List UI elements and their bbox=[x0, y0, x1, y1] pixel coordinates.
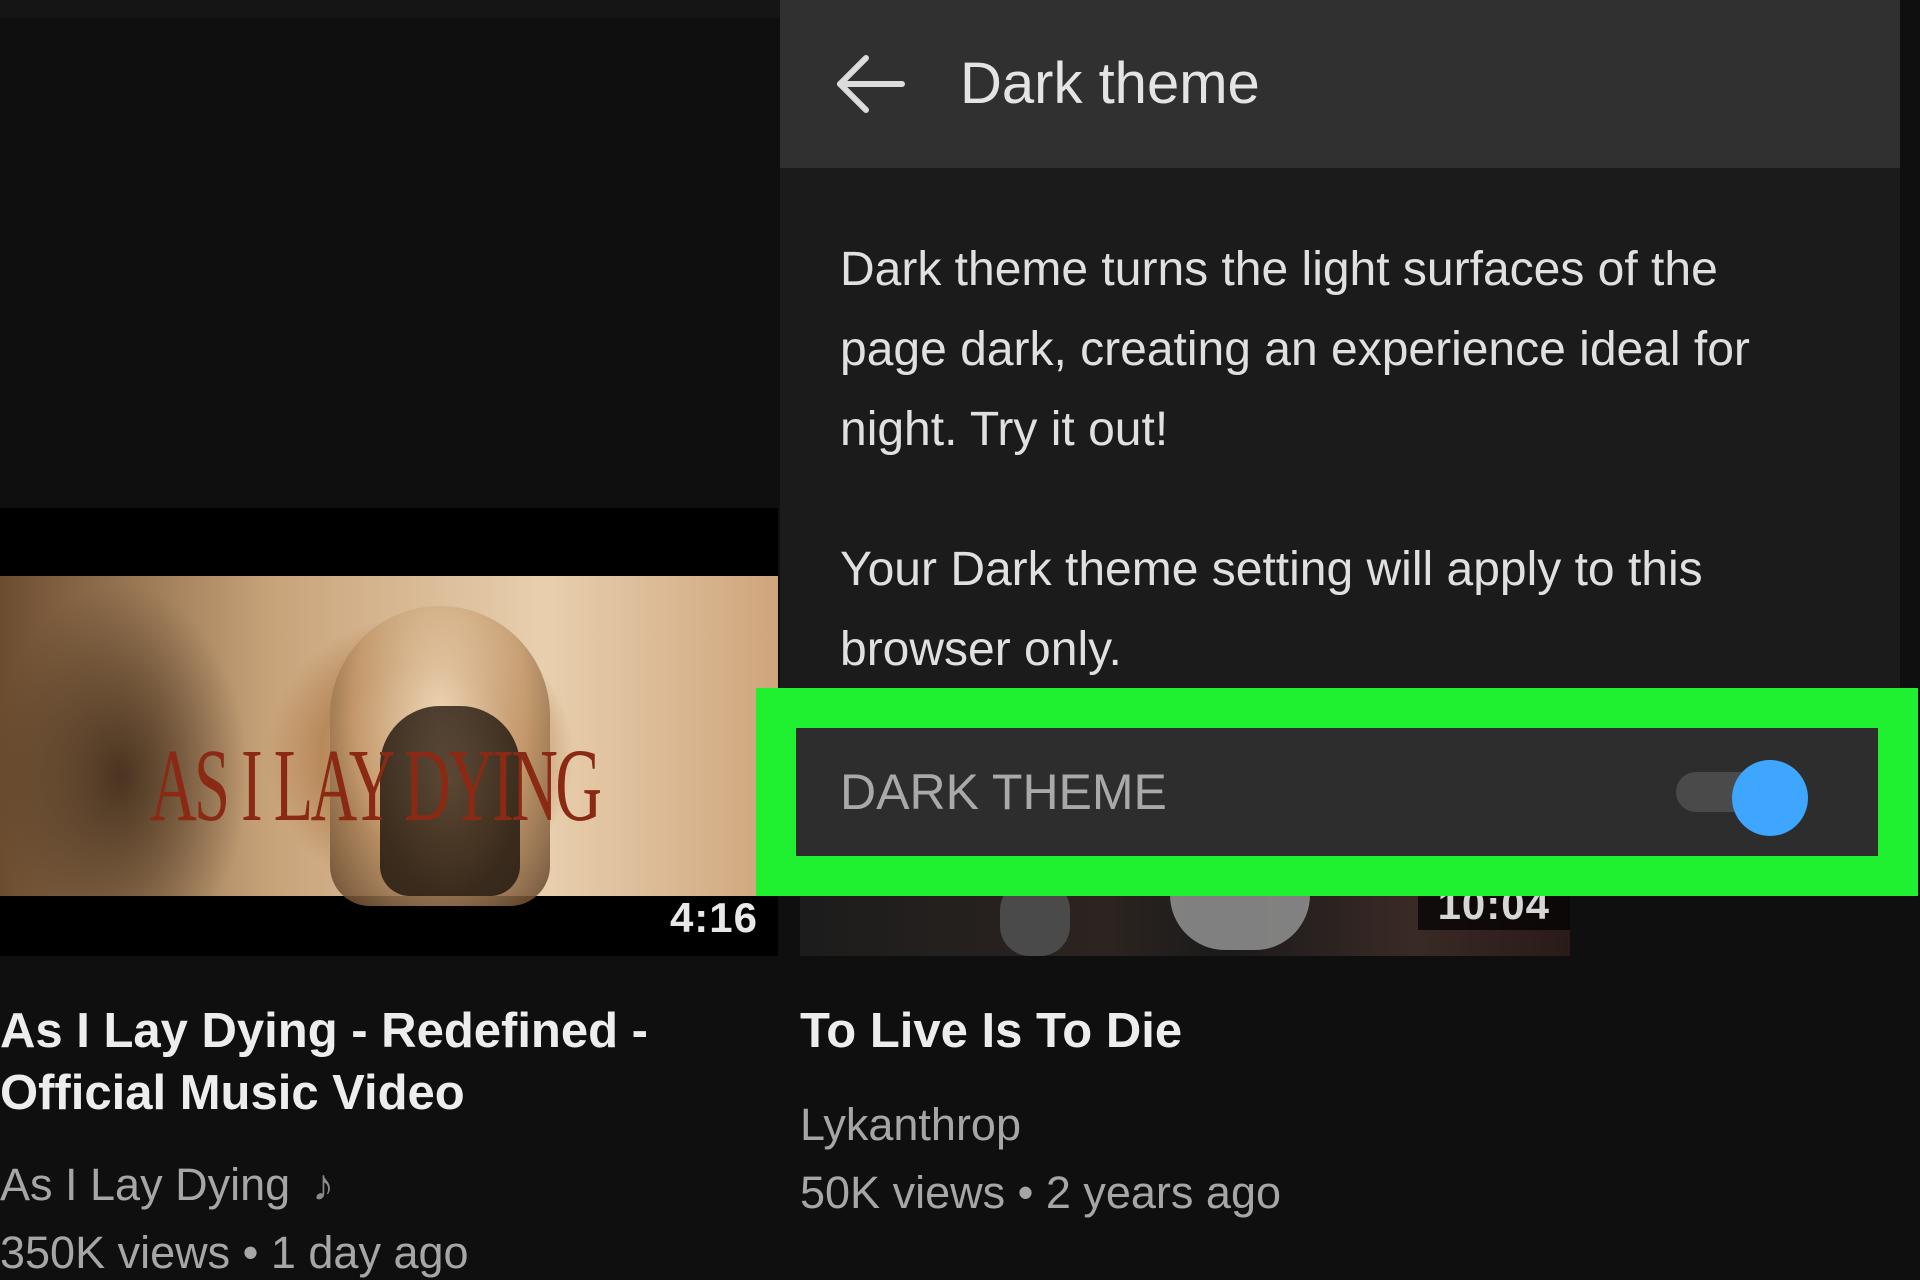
channel-name-1[interactable]: As I Lay Dying ♪ bbox=[0, 1152, 334, 1219]
scope-note-line-2: browser only. bbox=[840, 623, 1122, 676]
channel-name-2[interactable]: Lykanthrop bbox=[800, 1092, 1021, 1158]
back-arrow-icon[interactable] bbox=[830, 44, 910, 124]
dialog-title: Dark theme bbox=[960, 51, 1260, 116]
video-title-1-line2[interactable]: Official Music Video bbox=[0, 1062, 465, 1124]
description-line-3: night. Try it out! bbox=[840, 403, 1169, 456]
video-meta-2: 50K views • 2 years ago bbox=[800, 1167, 1282, 1218]
video-meta-1: 350K views • 1 day ago bbox=[0, 1227, 469, 1278]
switch-knob bbox=[1732, 760, 1808, 836]
scope-note-line-1: Your Dark theme setting will apply to th… bbox=[840, 543, 1703, 596]
dark-theme-toggle-label: DARK THEME bbox=[840, 764, 1167, 820]
dark-theme-toggle-row[interactable]: DARK THEME bbox=[796, 728, 1878, 856]
thumbnail-logo-text: AS I LAY DYING bbox=[150, 728, 602, 843]
page: AS I LAY DYING 4:16 As I Lay Dying - Red… bbox=[0, 0, 1920, 1280]
dark-theme-switch[interactable] bbox=[1676, 760, 1808, 836]
video-title-1-line1[interactable]: As I Lay Dying - Redefined - bbox=[0, 1000, 648, 1062]
channel-name-1-label: As I Lay Dying bbox=[0, 1159, 291, 1210]
video-duration-1: 4:16 bbox=[669, 894, 758, 941]
dialog-header: Dark theme bbox=[780, 0, 1900, 168]
video-title-2[interactable]: To Live Is To Die bbox=[800, 1000, 1182, 1062]
top-strip bbox=[0, 0, 780, 18]
music-note-icon: ♪ bbox=[312, 1161, 335, 1210]
thumbnail-image: AS I LAY DYING bbox=[0, 576, 778, 906]
description-line-1: Dark theme turns the light surfaces of t… bbox=[840, 243, 1718, 296]
description-line-2: page dark, creating an experience ideal … bbox=[840, 323, 1750, 376]
video-thumbnail-1[interactable]: AS I LAY DYING 4:16 bbox=[0, 508, 778, 956]
